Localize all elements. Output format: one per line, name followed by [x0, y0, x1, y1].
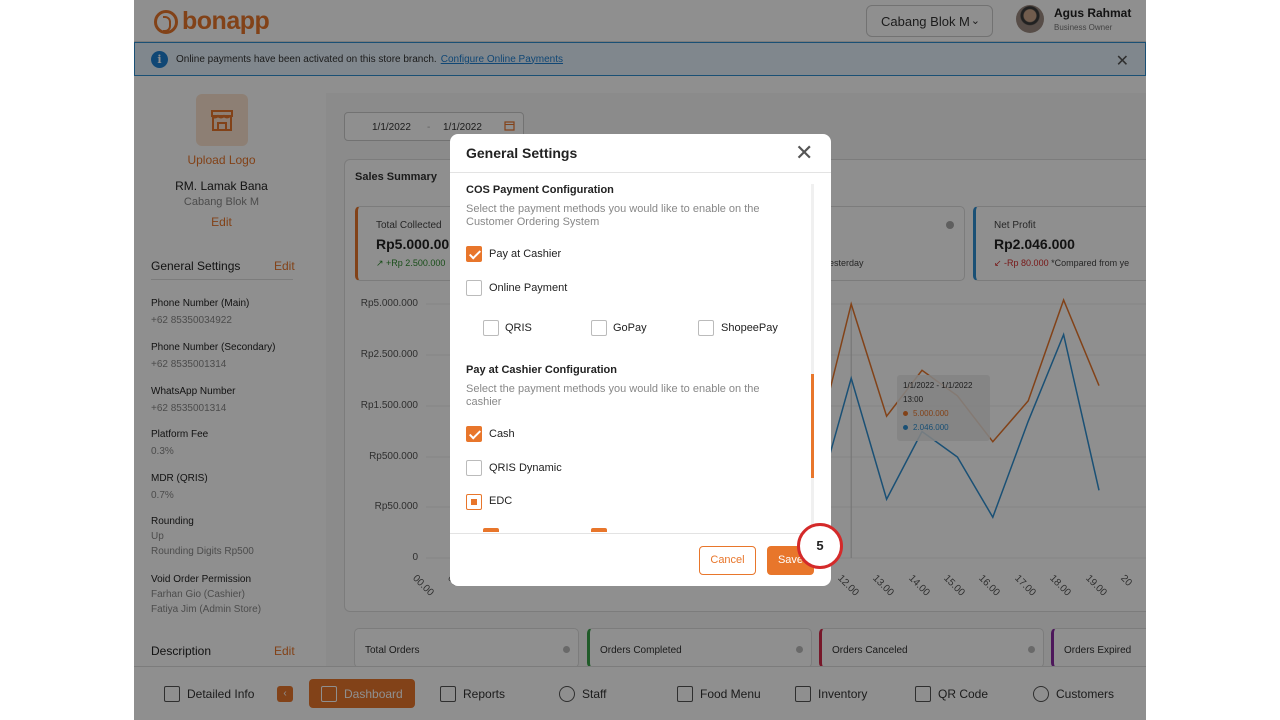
qris-checkbox[interactable]	[483, 320, 499, 336]
qris-dynamic-label: QRIS Dynamic	[489, 462, 562, 474]
qris-label: QRIS	[505, 322, 532, 334]
cash-label: Cash	[489, 428, 515, 440]
gopay-label: GoPay	[613, 322, 647, 334]
edc-checkbox[interactable]	[466, 494, 482, 510]
cos-config-subtitle: Select the payment methods you would lik…	[466, 203, 760, 228]
cos-config-title: COS Payment Configuration	[466, 184, 614, 196]
modal-title: General Settings	[466, 145, 578, 161]
app-frame: bonapp Cabang Blok M ⌄ Agus Rahmat Busin…	[134, 0, 1146, 720]
general-settings-modal: General Settings ✕ COS Payment Configura…	[450, 134, 831, 586]
edc-option-checkbox[interactable]	[483, 528, 499, 532]
cashier-config-subtitle: Select the payment methods you would lik…	[466, 383, 760, 408]
step-marker: 5	[797, 523, 843, 569]
modal-footer: Cancel Save	[450, 533, 831, 586]
close-icon[interactable]: ✕	[795, 140, 813, 166]
shopeepay-label: ShopeePay	[721, 322, 778, 334]
modal-body: COS Payment Configuration Select the pay…	[450, 174, 831, 532]
pay-at-cashier-label: Pay at Cashier	[489, 248, 562, 260]
cashier-config-title: Pay at Cashier Configuration	[466, 364, 617, 376]
pay-at-cashier-checkbox[interactable]	[466, 246, 482, 262]
cash-checkbox[interactable]	[466, 426, 482, 442]
modal-header: General Settings ✕	[450, 134, 831, 173]
modal-scrollbar-thumb[interactable]	[811, 374, 814, 478]
online-payment-label: Online Payment	[489, 282, 568, 294]
modal-scrollbar-track[interactable]	[811, 184, 814, 534]
cancel-button[interactable]: Cancel	[699, 546, 756, 575]
online-payment-checkbox[interactable]	[466, 280, 482, 296]
edc-option-checkbox[interactable]	[591, 528, 607, 532]
shopeepay-checkbox[interactable]	[698, 320, 714, 336]
qris-dynamic-checkbox[interactable]	[466, 460, 482, 476]
gopay-checkbox[interactable]	[591, 320, 607, 336]
edc-label: EDC	[489, 495, 513, 507]
